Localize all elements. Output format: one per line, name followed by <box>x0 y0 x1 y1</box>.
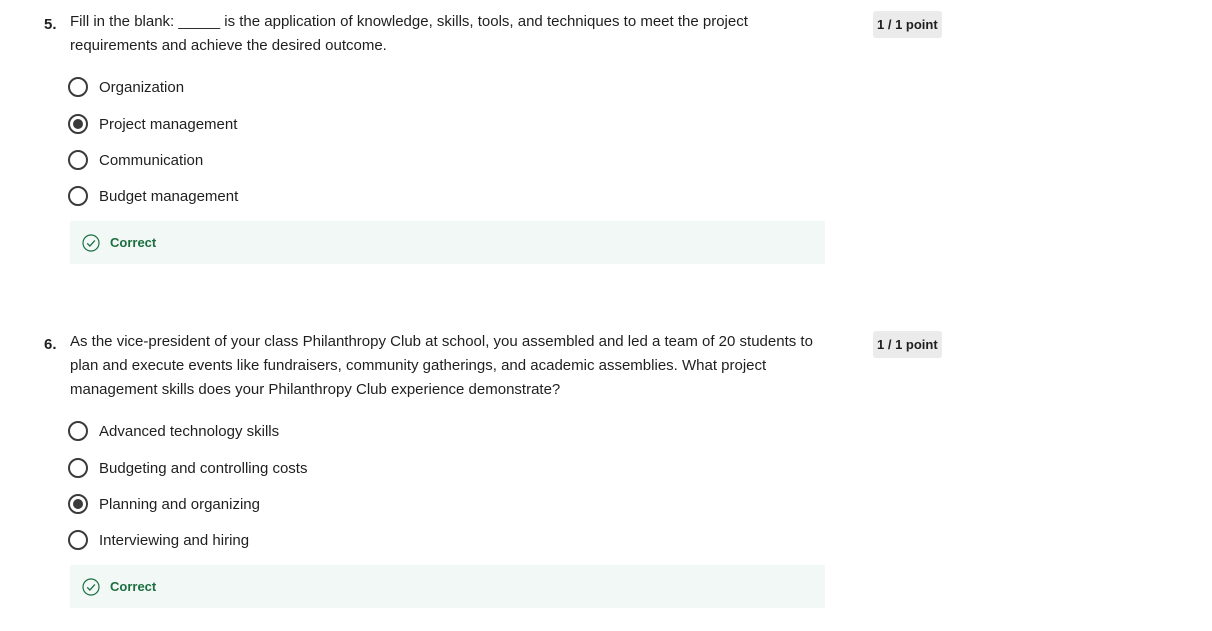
radio-icon[interactable] <box>68 421 88 441</box>
option-label: Project management <box>99 115 238 133</box>
radio-icon[interactable] <box>68 458 88 478</box>
radio-icon[interactable] <box>68 150 88 170</box>
radio-icon[interactable] <box>68 77 88 97</box>
radio-icon[interactable] <box>68 530 88 550</box>
points-badge: 1 / 1 point <box>873 11 942 38</box>
question-text: As the vice-president of your class Phil… <box>70 333 813 398</box>
option-budgeting-and-controlling-costs[interactable]: Budgeting and controlling costs <box>68 457 468 479</box>
check-circle-icon <box>82 233 100 252</box>
question-number: 6. <box>44 336 57 353</box>
check-circle-icon <box>82 577 100 596</box>
option-label: Communication <box>99 151 204 169</box>
radio-icon[interactable] <box>68 114 88 134</box>
option-advanced-technology-skills[interactable]: Advanced technology skills <box>68 420 468 442</box>
radio-icon[interactable] <box>68 494 88 514</box>
feedback-text: Correct <box>110 579 157 594</box>
option-communication[interactable]: Communication <box>68 149 468 171</box>
question-number: 5. <box>44 16 57 33</box>
radio-icon[interactable] <box>68 186 88 206</box>
feedback-correct: Correct <box>70 221 825 264</box>
feedback-correct: Correct <box>70 565 825 608</box>
option-interviewing-and-hiring[interactable]: Interviewing and hiring <box>68 529 468 551</box>
option-planning-and-organizing[interactable]: Planning and organizing <box>68 493 468 515</box>
option-label: Organization <box>99 78 185 96</box>
option-label: Planning and organizing <box>99 495 260 513</box>
question-text: Fill in the blank: _____ is the applicat… <box>70 13 748 54</box>
option-budget-management[interactable]: Budget management <box>68 185 468 207</box>
option-organization[interactable]: Organization <box>68 76 468 98</box>
option-project-management[interactable]: Project management <box>68 113 468 135</box>
option-label: Interviewing and hiring <box>99 531 250 549</box>
option-label: Advanced technology skills <box>99 422 280 440</box>
option-label: Budgeting and controlling costs <box>99 459 308 477</box>
feedback-text: Correct <box>110 235 157 250</box>
option-label: Budget management <box>99 187 239 205</box>
points-badge: 1 / 1 point <box>873 331 942 358</box>
